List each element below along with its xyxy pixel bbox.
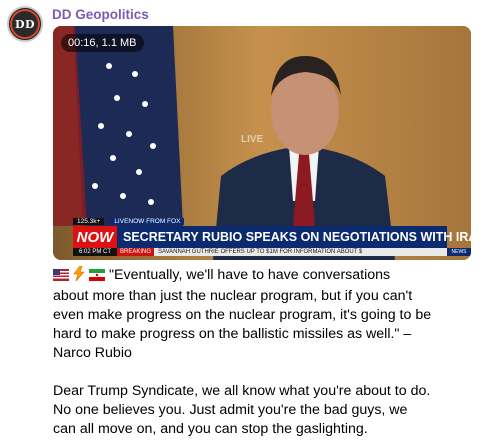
message-line-1: "Eventually, we'll have to have conversa…: [53, 265, 479, 287]
broadcast-time: 6:02 PM CT: [73, 248, 117, 256]
lightning-icon: [73, 265, 85, 287]
broadcast-headline: SECRETARY RUBIO SPEAKS ON NEGOTIATIONS W…: [117, 226, 471, 248]
message-line-7: No one believes you. Just admit you're t…: [53, 402, 408, 418]
iran-flag-icon: [89, 268, 105, 287]
broadcast-top-bar: 125.3k+ LIVENOW FROM FOX: [73, 216, 185, 226]
video-thumbnail[interactable]: 00:16, 1.1 MB LIVE 125.3k+ LIVENOW FROM …: [53, 26, 471, 260]
quote-line: "Eventually, we'll have to have conversa…: [109, 267, 391, 283]
broadcast-subticker: BREAKING SAVANNAH GUTHRIE OFFERS UP TO $…: [117, 248, 447, 256]
message-line-4: hard to make progress on the ballistic m…: [53, 326, 412, 342]
now-badge: NOW: [73, 226, 117, 248]
subticker-text: SAVANNAH GUTHRIE OFFERS UP TO $1M FOR IN…: [158, 249, 363, 255]
broadcast-watermark: LIVE: [241, 134, 264, 145]
message-text: "Eventually, we'll have to have conversa…: [53, 265, 479, 439]
avatar-ring: DD: [10, 9, 40, 39]
subticker-tag: BREAKING: [117, 248, 155, 256]
channel-avatar[interactable]: DD: [7, 6, 43, 42]
view-count: 125.3k+: [73, 217, 105, 225]
us-flag-icon: [53, 268, 69, 287]
news-tag: NEWS: [447, 248, 471, 256]
video-meta-badge: 00:16, 1.1 MB: [61, 34, 144, 52]
avatar-initials: DD: [14, 17, 36, 31]
message-line-8: can all move on, and you can stop the ga…: [53, 421, 368, 437]
message-line-3: even make progress on the nuclear progra…: [53, 307, 432, 323]
message-line-5: Narco Rubio: [53, 345, 132, 361]
message-line-2: about more than just the nuclear program…: [53, 288, 413, 304]
live-label: LIVENOW FROM FOX: [110, 217, 185, 225]
message-line-6: Dear Trump Syndicate, we all know what y…: [53, 383, 431, 399]
sender-name[interactable]: DD Geopolitics: [52, 7, 149, 22]
